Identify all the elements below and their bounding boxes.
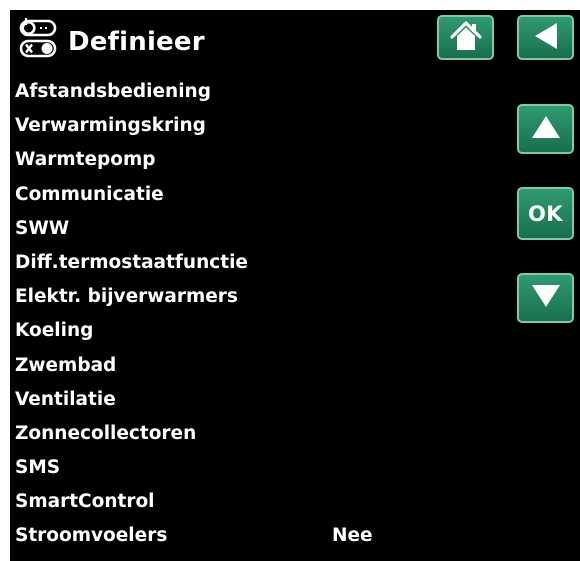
menu-item-label: Afstandsbediening: [15, 81, 211, 102]
arrow-up-icon: [529, 113, 563, 145]
menu-item-diff-termostaatfunctie[interactable]: Diff.termostaatfunctie: [15, 246, 495, 280]
menu-item-sww[interactable]: SWW: [15, 212, 495, 246]
menu-item-label: Verwarmingskring: [15, 115, 206, 137]
menu-item-label: Zonnecollectoren: [15, 422, 197, 444]
menu-item-communicatie[interactable]: Communicatie: [15, 178, 495, 212]
define-menu-list: Afstandsbediening Verwarmingskring Warmt…: [15, 75, 495, 554]
menu-item-label: SMS: [15, 457, 61, 479]
arrow-down-icon: [529, 282, 563, 314]
ok-button[interactable]: OK: [517, 187, 574, 240]
menu-item-label: Ventilatie: [15, 388, 116, 410]
menu-item-zwembad[interactable]: Zwembad: [15, 349, 495, 383]
menu-item-label: Zwembad: [15, 354, 117, 376]
switch-toggle-icon: [18, 16, 58, 60]
menu-item-value: Nee: [332, 525, 373, 547]
menu-item-label: Stroomvoelers: [15, 525, 168, 547]
scroll-up-button[interactable]: [517, 104, 574, 154]
back-arrow-icon: [531, 20, 561, 56]
display-screen: Definieer OK Afstandsbediening Verwarmin…: [10, 10, 580, 561]
home-icon: [449, 20, 483, 56]
menu-item-stroomvoelers[interactable]: Stroomvoelers Nee: [15, 519, 495, 553]
back-button[interactable]: [517, 15, 574, 60]
menu-item-ventilatie[interactable]: Ventilatie: [15, 383, 495, 417]
menu-item-koeling[interactable]: Koeling: [15, 314, 495, 348]
menu-item-label: SmartControl: [15, 491, 155, 513]
menu-item-label: Diff.termostaatfunctie: [15, 251, 248, 273]
menu-item-elektr-bijverwarmers[interactable]: Elektr. bijverwarmers: [15, 280, 495, 314]
menu-item-smartcontrol[interactable]: SmartControl: [15, 485, 495, 519]
menu-item-afstandsbediening[interactable]: Afstandsbediening: [15, 75, 495, 109]
menu-item-warmtepomp[interactable]: Warmtepomp: [15, 143, 495, 177]
menu-item-sms[interactable]: SMS: [15, 451, 495, 485]
ok-button-label: OK: [527, 201, 564, 226]
title-bar: Definieer: [10, 10, 580, 76]
menu-item-label: Koeling: [15, 320, 94, 342]
menu-item-label: Warmtepomp: [15, 149, 156, 171]
menu-item-verwarmingskring[interactable]: Verwarmingskring: [15, 109, 495, 143]
page-title: Definieer: [68, 27, 205, 57]
menu-item-label: SWW: [15, 217, 70, 239]
menu-item-label: Elektr. bijverwarmers: [15, 286, 238, 308]
menu-item-zonnecollectoren[interactable]: Zonnecollectoren: [15, 417, 495, 451]
home-button[interactable]: [437, 15, 494, 60]
scroll-down-button[interactable]: [517, 273, 574, 323]
menu-item-label: Communicatie: [15, 183, 164, 205]
